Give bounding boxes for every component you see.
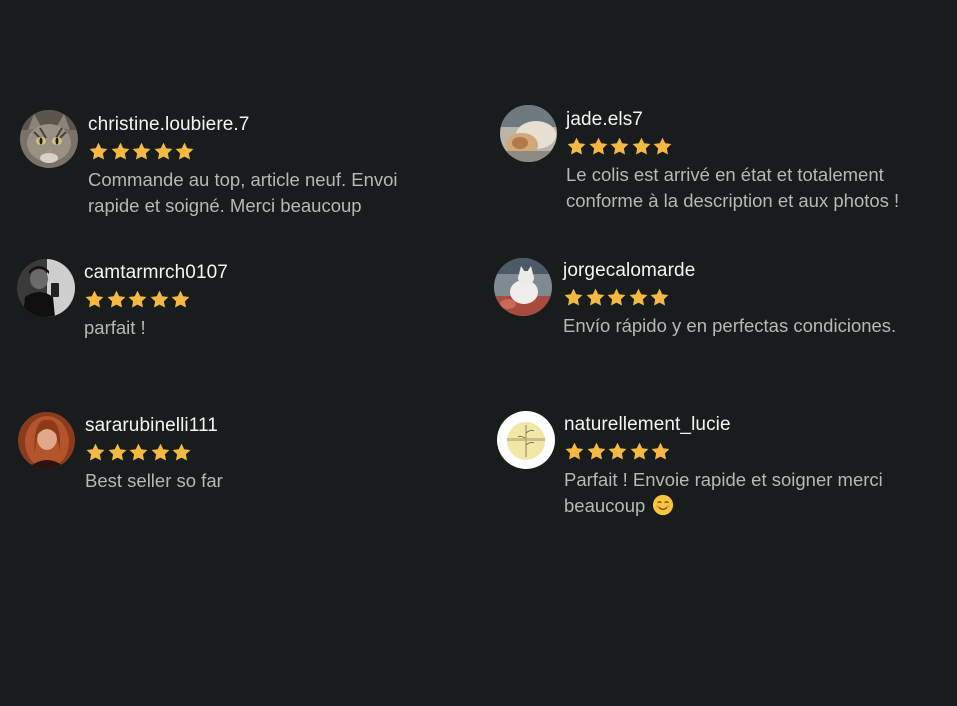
star-icon: [566, 136, 587, 157]
star-icon: [107, 442, 128, 463]
star-icon: [170, 289, 191, 310]
star-icon: [131, 141, 152, 162]
star-icon: [153, 141, 174, 162]
username[interactable]: sararubinelli111: [85, 415, 223, 437]
star-rating: [88, 141, 398, 163]
star-icon: [174, 141, 195, 162]
avatar[interactable]: [20, 110, 78, 168]
star-icon: [609, 136, 630, 157]
cat-avatar-icon: [20, 110, 78, 168]
username[interactable]: christine.loubiere.7: [88, 114, 398, 136]
photo-avatar-icon: [500, 105, 557, 162]
review-text: Parfait ! Envoie rapide et soigner merci…: [564, 467, 883, 519]
star-icon: [128, 442, 149, 463]
star-icon: [88, 141, 109, 162]
star-icon: [110, 141, 131, 162]
star-icon: [106, 289, 127, 310]
woman-avatar-icon: [18, 412, 75, 469]
username[interactable]: jade.els7: [566, 109, 899, 131]
star-icon: [650, 441, 671, 462]
star-icon: [606, 287, 627, 308]
star-icon: [649, 287, 670, 308]
star-icon: [652, 136, 673, 157]
avatar[interactable]: [17, 259, 75, 317]
star-icon: [585, 287, 606, 308]
star-icon: [127, 289, 148, 310]
star-icon: [85, 442, 106, 463]
star-rating: [563, 287, 896, 309]
avatar[interactable]: [18, 412, 75, 469]
review-text-line: Parfait ! Envoie rapide et soigner merci: [564, 469, 883, 490]
star-rating: [564, 441, 883, 463]
star-icon: [171, 442, 192, 463]
review-text: Le colis est arrivé en état et totalemen…: [566, 162, 899, 214]
star-icon: [563, 287, 584, 308]
username[interactable]: naturellement_lucie: [564, 414, 883, 436]
star-icon: [84, 289, 105, 310]
review-text-line-with-emoji: beaucoup: [564, 493, 883, 519]
logo-avatar-icon: [497, 411, 555, 469]
star-icon: [588, 136, 609, 157]
username[interactable]: jorgecalomarde: [563, 260, 896, 282]
cat-sofa-avatar-icon: [494, 258, 552, 316]
username[interactable]: camtarmrch0107: [84, 262, 228, 284]
star-icon: [150, 442, 171, 463]
smiling-face-icon: [653, 494, 674, 516]
review-text-line: Le colis est arrivé en état et totalemen…: [566, 164, 884, 185]
avatar[interactable]: [497, 411, 555, 469]
star-icon: [149, 289, 170, 310]
star-rating: [85, 442, 223, 464]
avatar[interactable]: [494, 258, 552, 316]
review-text-line: Commande au top, article neuf. Envoi: [88, 169, 398, 190]
review-text-fragment: beaucoup: [564, 495, 646, 516]
review-text-line: Best seller so far: [85, 470, 223, 491]
review-text-line: rapide et soigné. Merci beaucoup: [88, 195, 362, 216]
star-rating: [566, 136, 899, 158]
review-text: Best seller so far: [85, 468, 223, 494]
star-icon: [607, 441, 628, 462]
star-icon: [564, 441, 585, 462]
review-text-line: conforme à la description et aux photos …: [566, 190, 900, 211]
star-rating: [84, 289, 228, 311]
star-icon: [629, 441, 650, 462]
star-icon: [628, 287, 649, 308]
star-icon: [586, 441, 607, 462]
review-text-line: Envío rápido y en perfectas condiciones.: [563, 315, 897, 336]
review-text-line: parfait !: [84, 317, 146, 338]
review-text: Commande au top, article neuf. Envoi rap…: [88, 167, 398, 219]
review-text: Envío rápido y en perfectas condiciones.: [563, 313, 896, 339]
review-text: parfait !: [84, 315, 228, 341]
person-mono-avatar-icon: [17, 259, 75, 317]
star-icon: [631, 136, 652, 157]
avatar[interactable]: [500, 105, 557, 162]
